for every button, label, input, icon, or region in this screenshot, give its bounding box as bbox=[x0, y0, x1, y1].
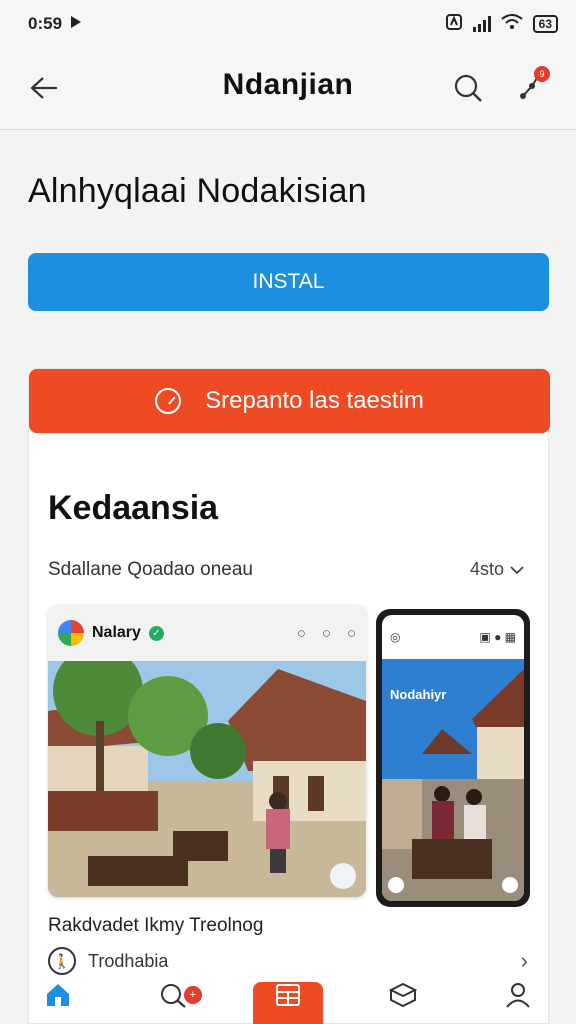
tab-explore[interactable]: + bbox=[138, 982, 208, 1024]
tab-discover[interactable] bbox=[368, 982, 438, 1024]
tab-profile[interactable] bbox=[483, 982, 553, 1024]
signal-icon bbox=[472, 16, 491, 32]
alarm-icon bbox=[445, 13, 463, 36]
phone-screenshot[interactable]: ◎ ▣ ● ▦ Nodahiyr bbox=[376, 609, 530, 907]
status-time: 0:59 bbox=[28, 14, 63, 33]
wifi-icon bbox=[501, 13, 523, 35]
menu-icon: ◎ bbox=[390, 630, 401, 644]
install-button[interactable]: INSTAL bbox=[28, 253, 549, 311]
verified-icon: ✓ bbox=[148, 625, 164, 641]
search-icon: ○ bbox=[321, 624, 331, 642]
listing-row[interactable]: 🚶 Trodhabia › bbox=[48, 941, 528, 981]
apps-icon bbox=[275, 984, 300, 1006]
google-logo-icon bbox=[58, 620, 84, 646]
tab-home[interactable] bbox=[23, 982, 93, 1024]
listing-row-label: Trodhabia bbox=[88, 950, 169, 971]
app-name: Alnhyqlaai Nodakisian bbox=[28, 172, 367, 210]
screenshot-app-name: Nalary bbox=[92, 624, 141, 641]
search-icon: ○ bbox=[296, 624, 306, 642]
status-bar: 0:59 63 bbox=[0, 0, 576, 48]
search-icon bbox=[454, 74, 482, 102]
screenshot-card[interactable]: Nalary ✓ ○ ○ ○ bbox=[48, 605, 366, 897]
search-icon: ○ bbox=[346, 624, 356, 642]
phone-screenshot-title: Nodahiyr bbox=[390, 687, 447, 702]
person-icon bbox=[506, 983, 531, 1008]
notification-badge: 9 bbox=[534, 66, 550, 82]
search-button[interactable] bbox=[446, 66, 490, 110]
section-count: 4sto bbox=[469, 559, 504, 579]
chevron-right-icon: › bbox=[520, 948, 528, 973]
notification-badge: + bbox=[183, 986, 202, 1004]
screenshot-header: Nalary ✓ ○ ○ ○ bbox=[48, 605, 366, 661]
report-label: Srepanto las taestim bbox=[205, 387, 424, 414]
package-icon bbox=[389, 982, 418, 1008]
app-details-card: Srepanto las taestim Kedaansia Sdallane … bbox=[28, 368, 550, 1024]
share-button[interactable]: 9 bbox=[508, 66, 552, 110]
section-subtitle: Sdallane Qoadao oneau bbox=[48, 559, 253, 580]
bottom-tab-bar: + bbox=[0, 982, 576, 1024]
toolbar-icons: ▣ ● ▦ bbox=[479, 630, 516, 644]
search-icon bbox=[160, 984, 186, 1008]
tab-apps[interactable] bbox=[252, 982, 323, 1024]
chevron-down-icon bbox=[510, 565, 524, 574]
home-icon bbox=[46, 984, 69, 1006]
listing-title: Rakdvadet Ikmy Treolnog bbox=[48, 915, 264, 936]
section-count-dropdown[interactable]: 4sto bbox=[470, 559, 524, 580]
play-icon bbox=[70, 14, 82, 34]
walking-person-icon: 🚶 bbox=[48, 947, 76, 975]
village-photo bbox=[48, 646, 366, 897]
report-button[interactable]: Srepanto las taestim bbox=[29, 369, 550, 433]
battery-icon: 63 bbox=[532, 15, 558, 33]
clock-icon bbox=[155, 388, 182, 414]
app-bar: Ndanjian 9 bbox=[0, 48, 576, 130]
section-title: Kedaansia bbox=[48, 489, 219, 527]
